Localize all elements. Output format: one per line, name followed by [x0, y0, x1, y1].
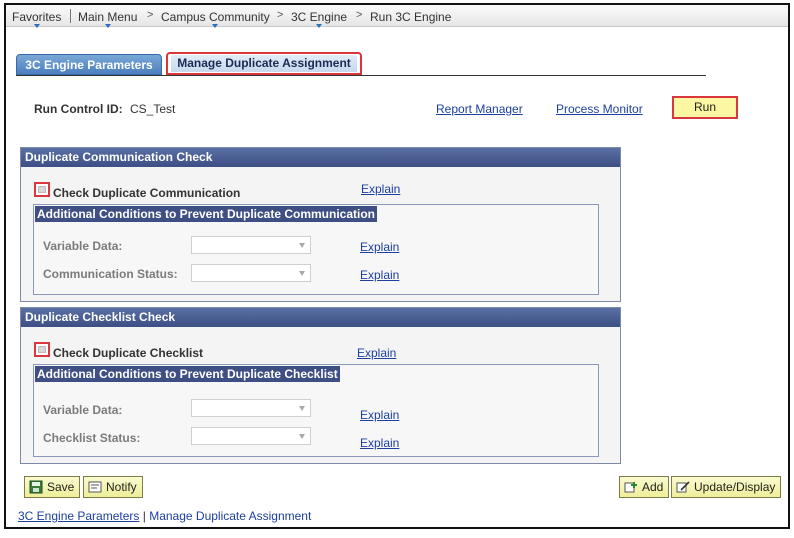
conditions-title: Additional Conditions to Prevent Duplica…: [35, 366, 340, 382]
explain-link[interactable]: Explain: [360, 408, 399, 422]
notify-button[interactable]: Notify: [83, 476, 143, 498]
variable-data-label: Variable Data:: [43, 403, 123, 417]
conditions-title: Additional Conditions to Prevent Duplica…: [35, 206, 378, 222]
chevron-down-icon: [299, 271, 305, 276]
footer-separator: |: [139, 509, 150, 523]
check-duplicate-checklist-checkbox[interactable]: [34, 342, 50, 357]
add-icon: [624, 482, 637, 493]
chevron-down-icon: [104, 24, 111, 28]
process-monitor-link[interactable]: Process Monitor: [556, 102, 643, 116]
footer-link-3c-engine-parameters[interactable]: 3C Engine Parameters: [18, 509, 139, 523]
communication-status-select[interactable]: [191, 264, 311, 282]
explain-link[interactable]: Explain: [360, 436, 399, 450]
group-title: Duplicate Checklist Check: [21, 308, 620, 327]
chevron-down-icon: [33, 24, 40, 28]
add-button[interactable]: Add: [619, 476, 670, 498]
footer-current-page: Manage Duplicate Assignment: [149, 509, 312, 523]
check-duplicate-checklist-label: Check Duplicate Checklist: [53, 346, 204, 360]
chevron-right-icon: >: [356, 9, 363, 21]
breadcrumb-divider: [70, 9, 71, 23]
run-control-value: CS_Test: [130, 102, 176, 116]
breadcrumb-favorites[interactable]: Favorites: [12, 10, 61, 28]
report-manager-link[interactable]: Report Manager: [436, 102, 523, 116]
breadcrumb-run-3c-engine: Run 3C Engine: [370, 10, 452, 24]
save-icon: [29, 480, 43, 494]
tab-manage-duplicate-assignment[interactable]: Manage Duplicate Assignment: [166, 52, 362, 75]
checklist-conditions-group: Additional Conditions to Prevent Duplica…: [33, 364, 599, 457]
explain-link[interactable]: Explain: [360, 240, 399, 254]
breadcrumb-campus-community[interactable]: Campus Community: [161, 10, 270, 28]
duplicate-checklist-group: Duplicate Checklist Check Check Duplicat…: [20, 307, 621, 464]
check-duplicate-communication-label: Check Duplicate Communication: [53, 186, 241, 200]
chevron-down-icon: [299, 434, 305, 439]
chevron-down-icon: [299, 406, 305, 411]
explain-link[interactable]: Explain: [360, 268, 399, 282]
group-title: Duplicate Communication Check: [21, 148, 620, 167]
variable-data-select[interactable]: [191, 236, 311, 254]
footer-tab-links: 3C Engine Parameters | Manage Duplicate …: [18, 509, 311, 523]
window-frame: Favorites Main Menu > Campus Community >…: [4, 3, 790, 529]
chevron-down-icon: [212, 24, 219, 28]
update-display-button[interactable]: Update/Display: [671, 476, 782, 498]
communication-status-label: Communication Status:: [43, 267, 178, 281]
breadcrumb-main-menu[interactable]: Main Menu: [78, 10, 137, 28]
tab-underline: [16, 75, 706, 76]
checkbox-box: [38, 186, 46, 193]
chevron-down-icon: [299, 243, 305, 248]
checklist-status-select[interactable]: [191, 427, 311, 445]
explain-link[interactable]: Explain: [357, 346, 396, 360]
communication-conditions-group: Additional Conditions to Prevent Duplica…: [33, 204, 599, 295]
check-duplicate-communication-checkbox[interactable]: [34, 182, 50, 197]
chevron-down-icon: [316, 24, 323, 28]
run-control-label: Run Control ID:: [34, 102, 123, 116]
edit-icon: [676, 481, 690, 493]
run-button[interactable]: Run: [672, 96, 738, 119]
checkbox-box: [38, 346, 46, 353]
checklist-status-label: Checklist Status:: [43, 431, 141, 445]
explain-link[interactable]: Explain: [361, 182, 400, 196]
tab-label: Manage Duplicate Assignment: [171, 55, 357, 72]
tab-3c-engine-parameters[interactable]: 3C Engine Parameters: [16, 54, 162, 75]
notify-icon: [88, 481, 102, 493]
breadcrumb-3c-engine[interactable]: 3C Engine: [291, 10, 347, 28]
save-button[interactable]: Save: [24, 476, 81, 498]
chevron-right-icon: >: [277, 9, 284, 21]
variable-data-select[interactable]: [191, 399, 311, 417]
breadcrumb: Favorites Main Menu > Campus Community >…: [6, 5, 788, 28]
duplicate-communication-group: Duplicate Communication Check Check Dupl…: [20, 147, 621, 302]
variable-data-label: Variable Data:: [43, 239, 123, 253]
chevron-right-icon: >: [147, 9, 154, 21]
